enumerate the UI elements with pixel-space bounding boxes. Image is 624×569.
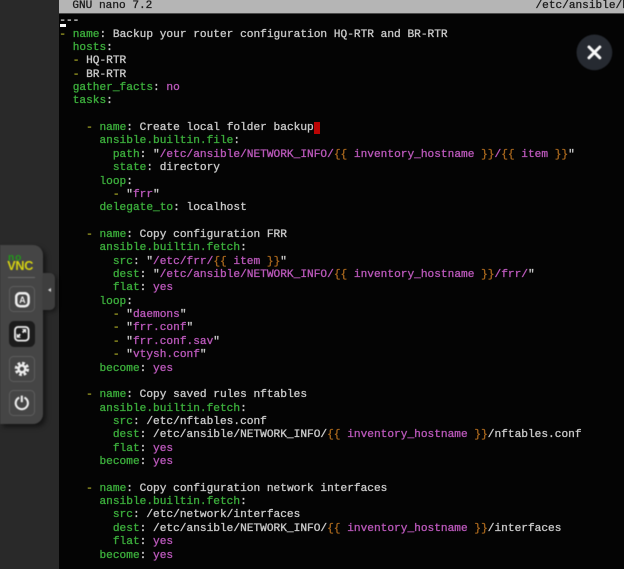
- svg-text:A: A: [19, 295, 26, 305]
- svg-text:VNC: VNC: [7, 259, 33, 273]
